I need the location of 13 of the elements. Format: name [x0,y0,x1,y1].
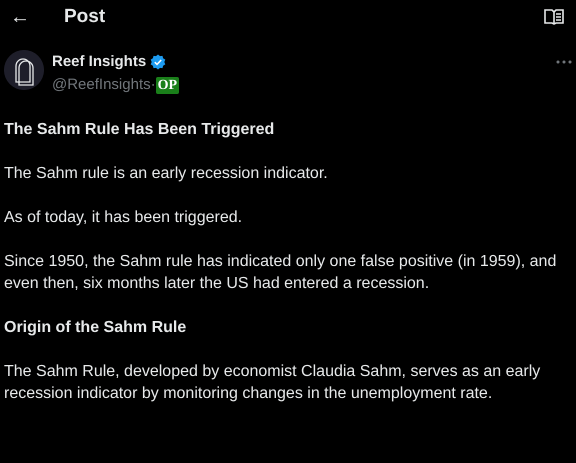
op-badge: OP [156,76,180,94]
section-heading: The Sahm Rule Has Been Triggered [4,120,276,140]
section-heading: Origin of the Sahm Rule [4,318,188,338]
paragraph: The Sahm Rule, developed by economist Claudia Sahm, serves as an early recession indicator by monitoring changes in the unemployment rate. [4,362,542,404]
reader-icon[interactable] [544,9,564,25]
avatar[interactable] [4,50,44,90]
author-handle[interactable]: @ReefInsights· [52,74,156,96]
paragraph: The Sahm rule is an early recession indicator. [4,164,329,184]
paragraph: As of today, it has been triggered. [4,208,244,228]
back-button[interactable]: ← [10,7,30,27]
paragraph: Since 1950, the Sahm rule has indicated only one false positive (in 1959), and even then, six months later the US had entered a recession. [4,252,558,294]
page-title: Post [64,4,106,29]
author-name[interactable]: Reef Insights [52,50,146,74]
